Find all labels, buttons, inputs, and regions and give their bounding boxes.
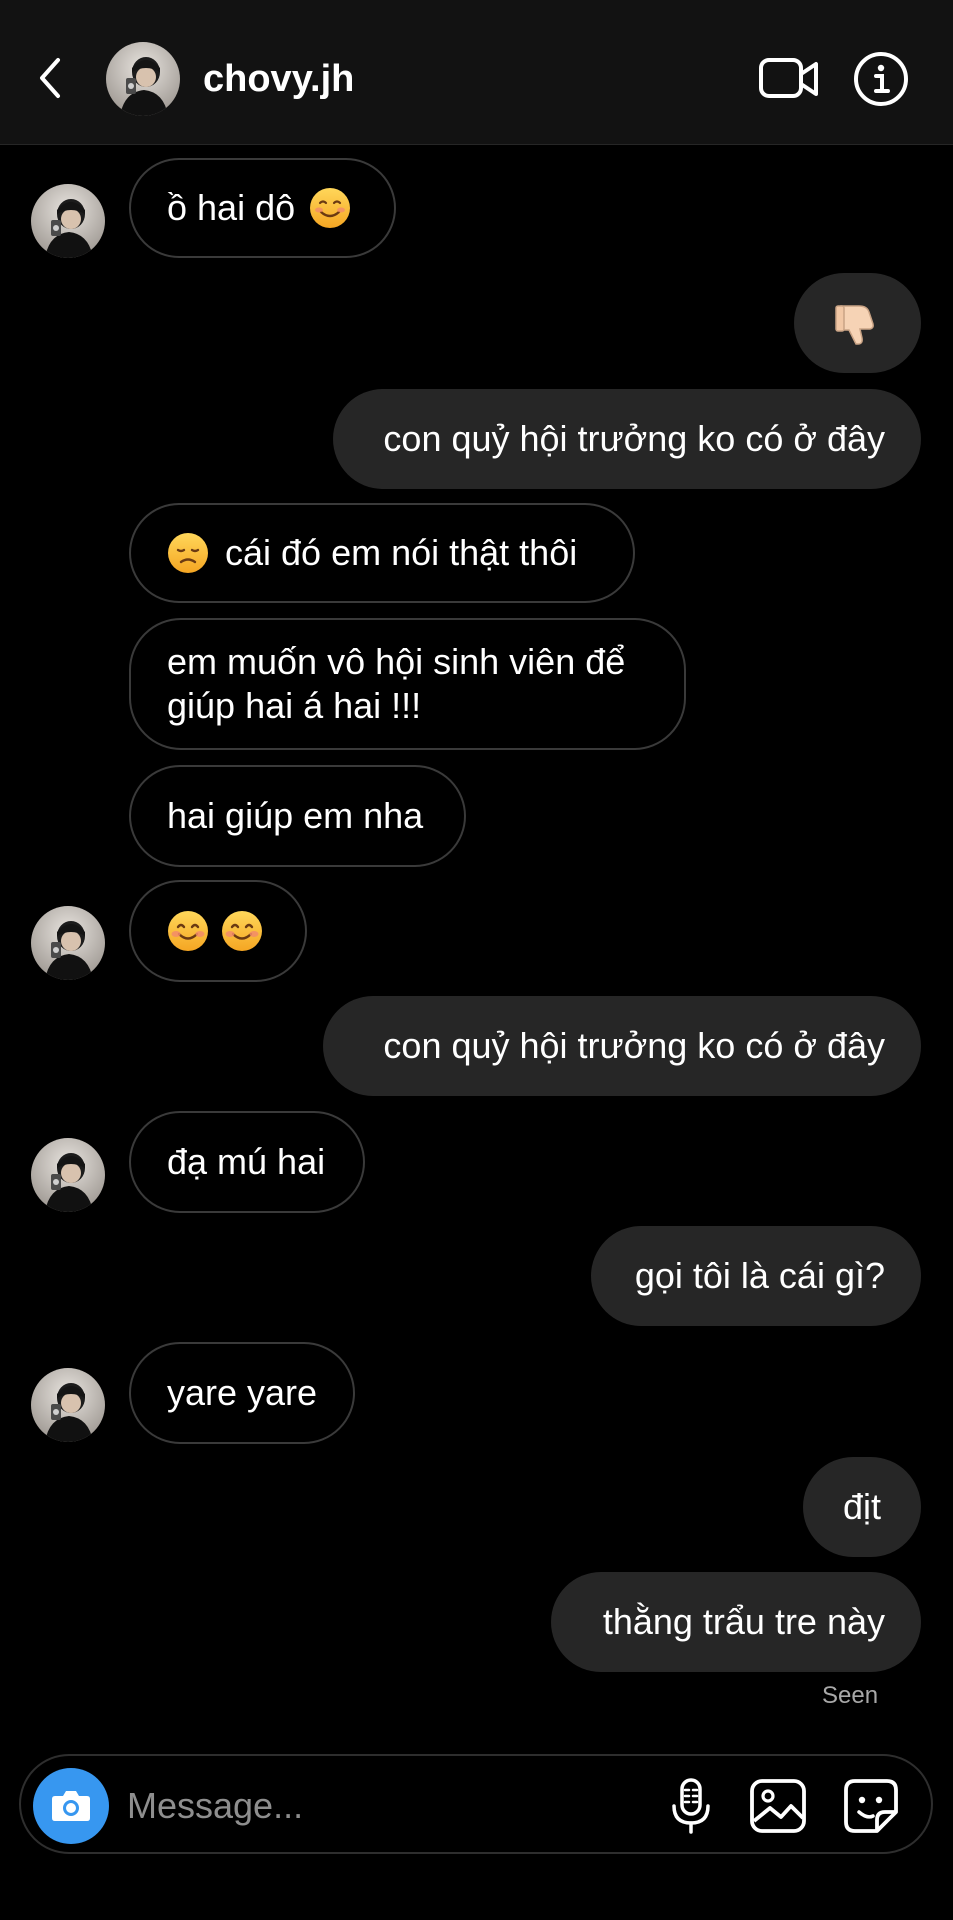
image-gallery-icon bbox=[750, 1779, 806, 1833]
message-text: thằng trẩu tre này bbox=[602, 1601, 885, 1642]
sticker-button[interactable] bbox=[841, 1776, 901, 1836]
chevron-left-icon bbox=[40, 58, 60, 98]
video-call-button[interactable] bbox=[758, 50, 820, 108]
seen-status: Seen bbox=[822, 1682, 879, 1709]
contact-avatar[interactable] bbox=[31, 1368, 105, 1442]
message-input[interactable] bbox=[125, 1776, 649, 1836]
message-text: hai giúp em nha bbox=[167, 795, 424, 836]
message-sent[interactable]: con quỷ hội trưởng ko có ở đây bbox=[333, 389, 921, 489]
microphone-icon bbox=[672, 1778, 710, 1834]
message-received[interactable] bbox=[129, 880, 307, 982]
smiling-blush-emoji-icon bbox=[221, 910, 263, 952]
camera-icon bbox=[52, 1791, 90, 1821]
message-received[interactable]: yare yare bbox=[129, 1342, 355, 1444]
message-text: ồ hai dô bbox=[167, 187, 296, 228]
message-text: con quỷ hội trưởng ko có ở đây bbox=[383, 1025, 885, 1066]
disappointed-emoji-icon bbox=[167, 532, 209, 574]
message-received[interactable]: ồ hai dô bbox=[129, 158, 396, 258]
message-received[interactable]: hai giúp em nha bbox=[129, 765, 466, 867]
contact-avatar[interactable] bbox=[31, 1138, 105, 1212]
info-icon bbox=[854, 52, 908, 106]
message-text: em muốn vô hội sinh viên để giúp hai á h… bbox=[167, 641, 626, 726]
message-sent[interactable] bbox=[794, 273, 921, 373]
contact-avatar[interactable] bbox=[31, 906, 105, 980]
sticker-icon bbox=[844, 1779, 898, 1833]
thumbs-down-icon bbox=[834, 305, 874, 345]
message-received[interactable]: đạ mú hai bbox=[129, 1111, 365, 1213]
message-sent[interactable]: địt bbox=[803, 1457, 921, 1557]
camera-button[interactable] bbox=[33, 1768, 109, 1844]
message-text: yare yare bbox=[167, 1372, 318, 1413]
message-received[interactable]: cái đó em nói thật thôi bbox=[129, 503, 635, 603]
voice-message-button[interactable] bbox=[663, 1776, 719, 1836]
header-username[interactable]: chovy.jh bbox=[203, 54, 354, 104]
message-text: đạ mú hai bbox=[167, 1141, 326, 1182]
message-sent[interactable]: gọi tôi là cái gì? bbox=[591, 1226, 921, 1326]
message-composer bbox=[19, 1754, 933, 1854]
info-button[interactable] bbox=[852, 50, 910, 108]
header-avatar[interactable] bbox=[106, 42, 180, 116]
gallery-button[interactable] bbox=[748, 1776, 808, 1836]
message-text: cái đó em nói thật thôi bbox=[225, 532, 578, 573]
chat-header: chovy.jh bbox=[0, 0, 953, 145]
message-text: địt bbox=[842, 1486, 882, 1527]
smiling-relaxed-emoji-icon bbox=[309, 187, 351, 229]
video-camera-icon bbox=[759, 58, 818, 98]
message-text: con quỷ hội trưởng ko có ở đây bbox=[383, 418, 885, 459]
message-text: gọi tôi là cái gì? bbox=[634, 1255, 885, 1296]
back-button[interactable] bbox=[30, 50, 74, 106]
message-sent[interactable]: con quỷ hội trưởng ko có ở đây bbox=[323, 996, 921, 1096]
message-sent[interactable]: thằng trẩu tre này bbox=[551, 1572, 921, 1672]
contact-avatar[interactable] bbox=[31, 184, 105, 258]
smiling-blush-emoji-icon bbox=[167, 910, 209, 952]
message-received[interactable]: em muốn vô hội sinh viên để giúp hai á h… bbox=[129, 618, 686, 750]
